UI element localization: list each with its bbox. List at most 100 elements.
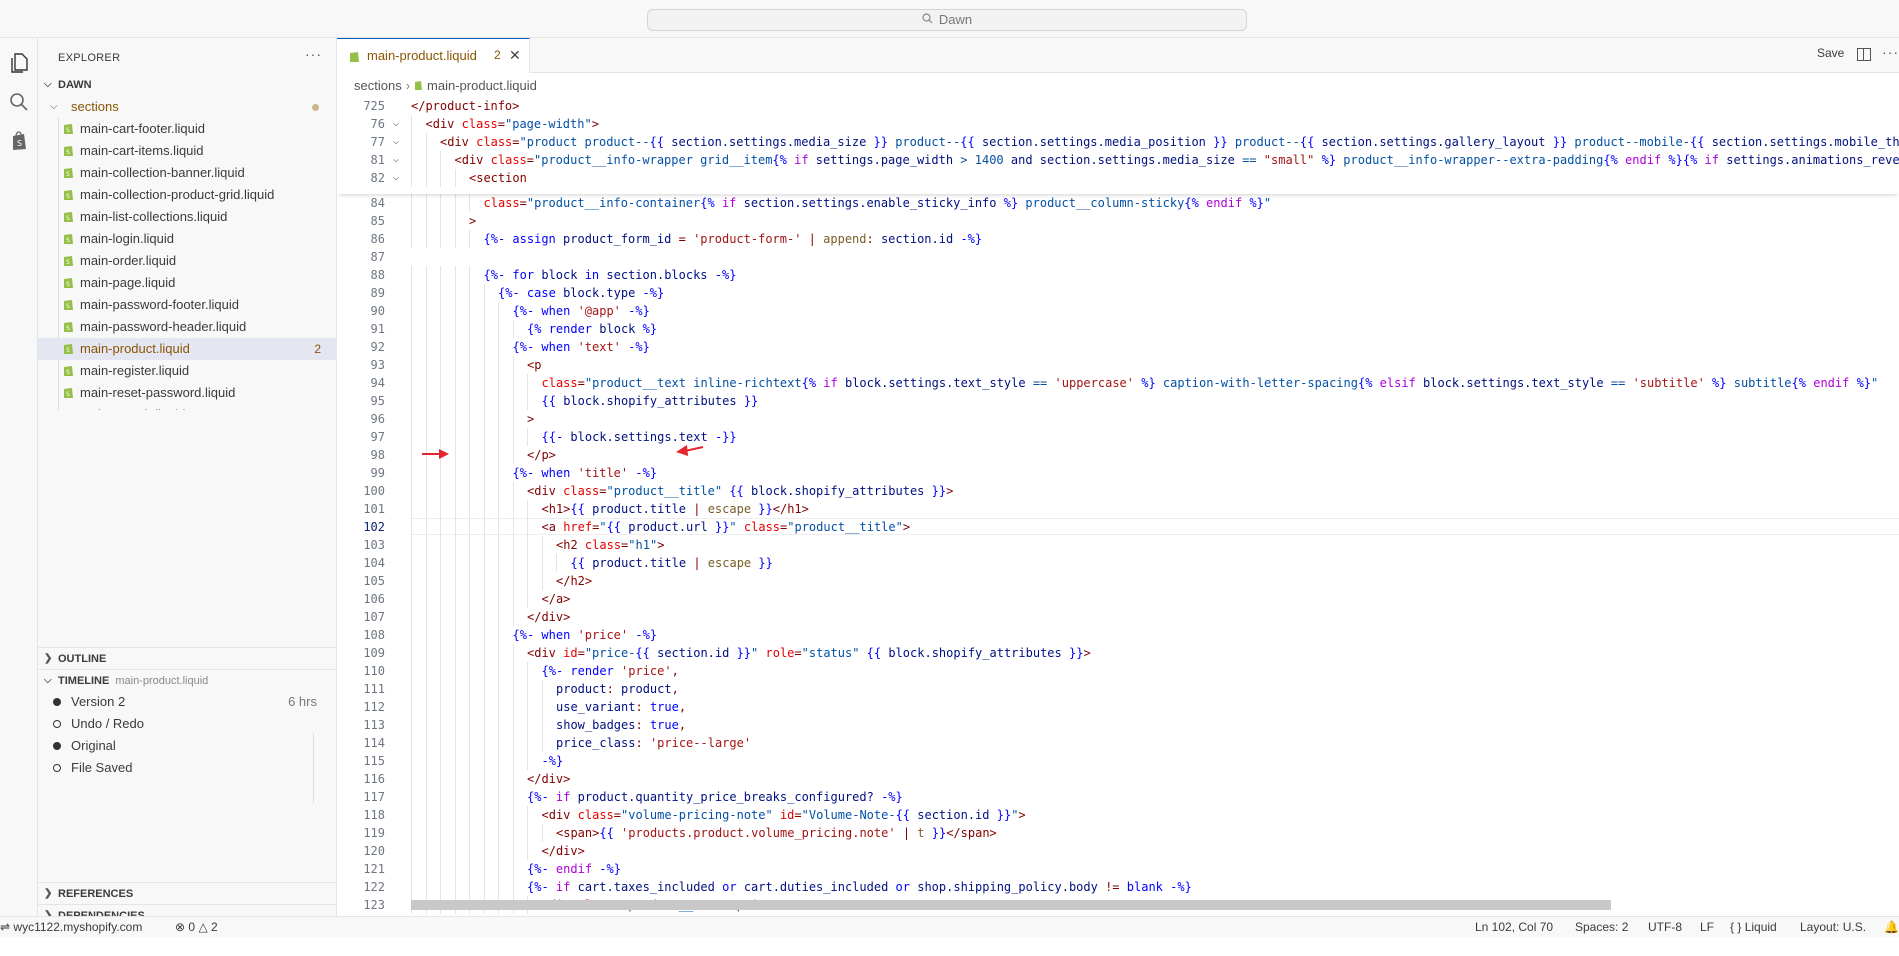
file-item[interactable]: Smain-order.liquid [38,250,337,272]
code-line[interactable]: 95{{ block.shopify_attributes }} [337,392,1899,410]
code-line[interactable]: 89{%- case block.type -%} [337,284,1899,302]
code-line[interactable]: 111product: product, [337,680,1899,698]
code-line[interactable]: 104{{ product.title | escape }} [337,554,1899,572]
end-of-line[interactable]: LF [1700,917,1714,937]
file-item[interactable]: Smain-password-header.liquid [38,316,337,338]
code-line[interactable]: 122{%- if cart.taxes_included or cart.du… [337,878,1899,896]
code-line[interactable]: 86{%- assign product_form_id = 'product-… [337,230,1899,248]
problems-indicator[interactable]: ⊗ 0 △ 2 [175,917,218,937]
encoding[interactable]: UTF-8 [1648,917,1682,937]
file-item[interactable]: Smain-collection-banner.liquid [38,162,337,184]
shopify-bag-icon[interactable]: S [7,129,31,153]
timeline-item[interactable]: File Saved [38,757,337,779]
close-icon[interactable]: ✕ [509,39,521,72]
more-actions-icon[interactable]: ··· [1882,44,1899,60]
code-line[interactable]: 105</h2> [337,572,1899,590]
code-line[interactable]: 103<h2 class="h1"> [337,536,1899,554]
indent-guide [469,572,470,590]
file-item[interactable]: Smain-search.liquid [38,404,337,410]
file-item[interactable]: Smain-login.liquid [38,228,337,250]
code-line[interactable]: 121{%- endif -%} [337,860,1899,878]
code-line[interactable]: 114price_class: 'price--large' [337,734,1899,752]
fold-chevron-icon[interactable]: ⌵ [393,169,405,187]
sticky-scroll[interactable]: 725</product-info>76⌵<div class="page-wi… [337,96,1899,194]
code-line[interactable]: 99{%- when 'title' -%} [337,464,1899,482]
code-line[interactable]: 109<div id="price-{{ section.id }}" role… [337,644,1899,662]
fold-chevron-icon[interactable]: ⌵ [393,151,405,169]
file-item[interactable]: Smain-cart-items.liquid [38,140,337,162]
bell-icon[interactable]: 🔔 [1884,917,1899,937]
code-line[interactable]: 101<h1>{{ product.title | escape }}</h1> [337,500,1899,518]
code-line[interactable]: 81⌵<div class="product__info-wrapper gri… [337,151,1899,169]
cursor-position[interactable]: Ln 102, Col 70 [1475,917,1553,937]
code-line[interactable]: 102<a href="{{ product.url }}" class="pr… [337,518,1899,536]
code-line[interactable]: 77⌵<div class="product product--{{ secti… [337,133,1899,151]
code-line[interactable]: 725</product-info> [337,97,1899,115]
fold-chevron-icon[interactable]: ⌵ [393,133,405,151]
fold-chevron-icon[interactable]: ⌵ [393,115,405,133]
code-line[interactable]: 91{% render block %} [337,320,1899,338]
timeline-item[interactable]: Original [38,735,337,757]
timeline-item[interactable]: Version 26 hrs [38,691,337,713]
code-line[interactable]: 100<div class="product__title" {{ block.… [337,482,1899,500]
keyboard-layout[interactable]: Layout: U.S. [1800,917,1866,937]
code-line[interactable]: 119<span>{{ 'products.product.volume_pri… [337,824,1899,842]
code-line[interactable]: 90{%- when '@app' -%} [337,302,1899,320]
language-mode[interactable]: { } Liquid [1730,917,1777,937]
code-line[interactable]: 115-%} [337,752,1899,770]
horizontal-scrollbar[interactable] [411,900,1611,910]
shopify-file-icon: S [63,408,74,410]
file-item[interactable]: Smain-password-footer.liquid [38,294,337,316]
code-line[interactable]: 82⌵<section [337,169,1899,187]
outline-section[interactable]: ❯ OUTLINE [38,647,337,669]
code-line[interactable]: 76⌵<div class="page-width"> [337,115,1899,133]
save-button[interactable]: Save [1817,46,1844,60]
timeline-item[interactable]: Undo / Redo [38,713,337,735]
svg-text:S: S [66,171,70,178]
code-line[interactable]: 94class="product__text inline-richtext{%… [337,374,1899,392]
file-item[interactable]: Smain-register.liquid [38,360,337,382]
file-item[interactable]: Smain-list-collections.liquid [38,206,337,228]
workspace-root[interactable]: ⌵ DAWN [38,74,337,96]
file-item[interactable]: Smain-reset-password.liquid [38,382,337,404]
file-item[interactable]: Smain-product.liquid2 [38,338,337,360]
code-line[interactable]: 96> [337,410,1899,428]
explorer-files-icon[interactable] [7,51,31,75]
indent-guide [426,662,427,680]
code-line[interactable]: 108{%- when 'price' -%} [337,626,1899,644]
timeline-section[interactable]: ⌵ TIMELINEmain-product.liquid [38,669,337,691]
code-line[interactable]: 116</div> [337,770,1899,788]
file-item[interactable]: Smain-page.liquid [38,272,337,294]
code-line[interactable]: 93<p [337,356,1899,374]
code-line[interactable]: 106</a> [337,590,1899,608]
code-line[interactable]: 113show_badges: true, [337,716,1899,734]
file-item[interactable]: Smain-cart-footer.liquid [38,118,337,140]
code-line[interactable]: 107</div> [337,608,1899,626]
indent-guide [484,392,485,410]
references-section[interactable]: ❯ REFERENCES [38,882,337,904]
code-line[interactable]: 110{%- render 'price', [337,662,1899,680]
breadcrumb-file[interactable]: main-product.liquid [427,78,537,93]
code-line[interactable]: 97{{- block.settings.text -}} [337,428,1899,446]
code-editor[interactable]: 725</product-info>76⌵<div class="page-wi… [337,96,1899,956]
code-line[interactable]: 84class="product__info-container{% if se… [337,194,1899,212]
code-line[interactable]: 88{%- for block in section.blocks -%} [337,266,1899,284]
indentation[interactable]: Spaces: 2 [1575,917,1628,937]
code-line[interactable]: 85> [337,212,1899,230]
more-actions-icon[interactable]: ··· [305,46,322,62]
code-line[interactable]: 112use_variant: true, [337,698,1899,716]
code-line[interactable]: 92{%- when 'text' -%} [337,338,1899,356]
command-center-search[interactable]: Dawn [647,9,1247,31]
code-line[interactable]: 98</p> [337,446,1899,464]
split-editor-icon[interactable] [1857,48,1871,61]
breadcrumb-folder[interactable]: sections [354,78,402,93]
code-line[interactable]: 87 [337,248,1899,266]
remote-indicator[interactable]: ⇌ wyc1122.myshopify.com [0,917,142,937]
file-item[interactable]: Smain-collection-product-grid.liquid [38,184,337,206]
folder-sections[interactable]: ⌵ sections [38,96,337,118]
search-icon[interactable] [7,90,31,114]
code-line[interactable]: 117{%- if product.quantity_price_breaks_… [337,788,1899,806]
tab-main-product[interactable]: main-product.liquid 2 ✕ [337,38,530,73]
code-line[interactable]: 120</div> [337,842,1899,860]
code-line[interactable]: 118<div class="volume-pricing-note" id="… [337,806,1899,824]
